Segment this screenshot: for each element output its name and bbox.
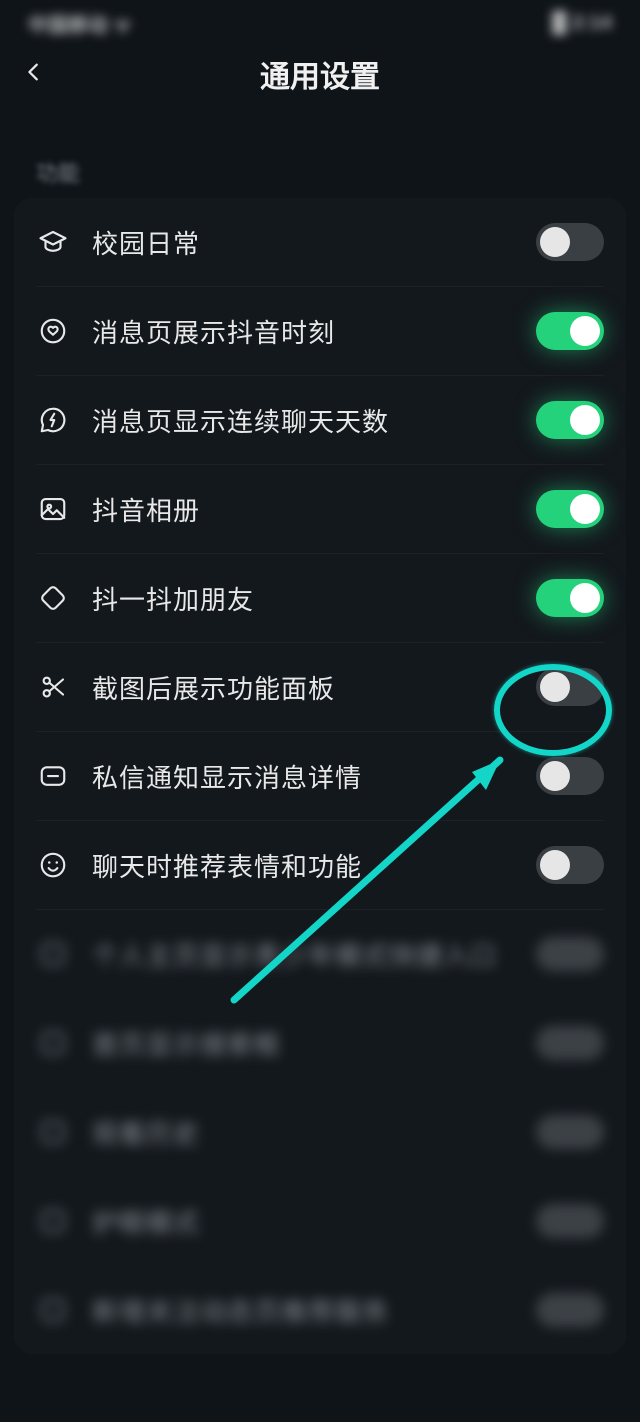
blurred-control — [536, 1293, 604, 1327]
setting-label: 消息页展示抖音时刻 — [92, 313, 536, 350]
setting-row-blurred: 观看历史 — [36, 1088, 604, 1177]
scissors-icon — [36, 670, 70, 704]
toggle-switch[interactable] — [536, 223, 604, 261]
setting-label: 截图后展示功能面板 — [92, 669, 536, 706]
setting-row: 截图后展示功能面板 — [36, 643, 604, 732]
page-title: 通用设置 — [260, 52, 380, 96]
setting-label: 私信通知显示消息详情 — [92, 758, 536, 795]
blurred-control — [536, 1204, 604, 1238]
setting-row: 消息页显示连续聊天天数 — [36, 376, 604, 465]
blur-icon — [36, 937, 70, 971]
toggle-switch[interactable] — [536, 846, 604, 884]
toggle-switch[interactable] — [536, 401, 604, 439]
blur-icon — [36, 1204, 70, 1238]
toggle-switch[interactable] — [536, 312, 604, 350]
blur-icon — [36, 1293, 70, 1327]
photo-icon — [36, 492, 70, 526]
toggle-switch[interactable] — [536, 757, 604, 795]
setting-row-blurred: 首页显示搜索框 — [36, 999, 604, 1088]
setting-row-blurred: 新增关注动态页推荐服务 — [36, 1266, 604, 1354]
blurred-control — [536, 937, 604, 971]
setting-label: 新增关注动态页推荐服务 — [92, 1292, 536, 1329]
toggle-switch[interactable] — [536, 579, 604, 617]
setting-row-blurred: 护眼模式 — [36, 1177, 604, 1266]
setting-row: 抖音相册 — [36, 465, 604, 554]
chevron-left-icon — [23, 61, 45, 88]
setting-label: 首页显示搜索框 — [92, 1025, 536, 1062]
setting-label: 校园日常 — [92, 224, 536, 261]
setting-label: 抖音相册 — [92, 491, 536, 528]
setting-label: 观看历史 — [92, 1114, 536, 1151]
toggle-switch[interactable] — [536, 490, 604, 528]
graduation-cap-icon — [36, 225, 70, 259]
blur-icon — [36, 1115, 70, 1149]
setting-label: 抖一抖加朋友 — [92, 580, 536, 617]
setting-label: 个人主页显示青少年模式快捷入口 — [92, 936, 536, 973]
bolt-bubble-icon — [36, 403, 70, 437]
settings-card: 校园日常消息页展示抖音时刻消息页显示连续聊天天数抖音相册抖一抖加朋友截图后展示功… — [14, 198, 626, 1354]
blurred-control — [536, 1115, 604, 1149]
setting-row: 校园日常 — [36, 198, 604, 287]
header: 通用设置 — [0, 40, 640, 108]
setting-row: 私信通知显示消息详情 — [36, 732, 604, 821]
setting-label: 护眼模式 — [92, 1203, 536, 1240]
blurred-control — [536, 1026, 604, 1060]
setting-row-blurred: 个人主页显示青少年模式快捷入口 — [36, 910, 604, 999]
setting-row: 消息页展示抖音时刻 — [36, 287, 604, 376]
setting-label: 聊天时推荐表情和功能 — [92, 847, 536, 884]
setting-row: 抖一抖加朋友 — [36, 554, 604, 643]
target-heart-icon — [36, 314, 70, 348]
setting-label: 消息页显示连续聊天天数 — [92, 402, 536, 439]
setting-row: 聊天时推荐表情和功能 — [36, 821, 604, 910]
back-button[interactable] — [14, 54, 54, 94]
status-left: 中国移动 ᯤ — [28, 9, 132, 38]
face-smile-icon — [36, 848, 70, 882]
section-label: 功能 — [0, 108, 640, 198]
blur-icon — [36, 1026, 70, 1060]
status-bar: 中国移动 ᯤ █ 2:14 — [0, 0, 640, 40]
message-minus-icon — [36, 759, 70, 793]
rotate-square-icon — [36, 581, 70, 615]
status-right: █ 2:14 — [552, 12, 612, 35]
toggle-switch[interactable] — [536, 668, 604, 706]
